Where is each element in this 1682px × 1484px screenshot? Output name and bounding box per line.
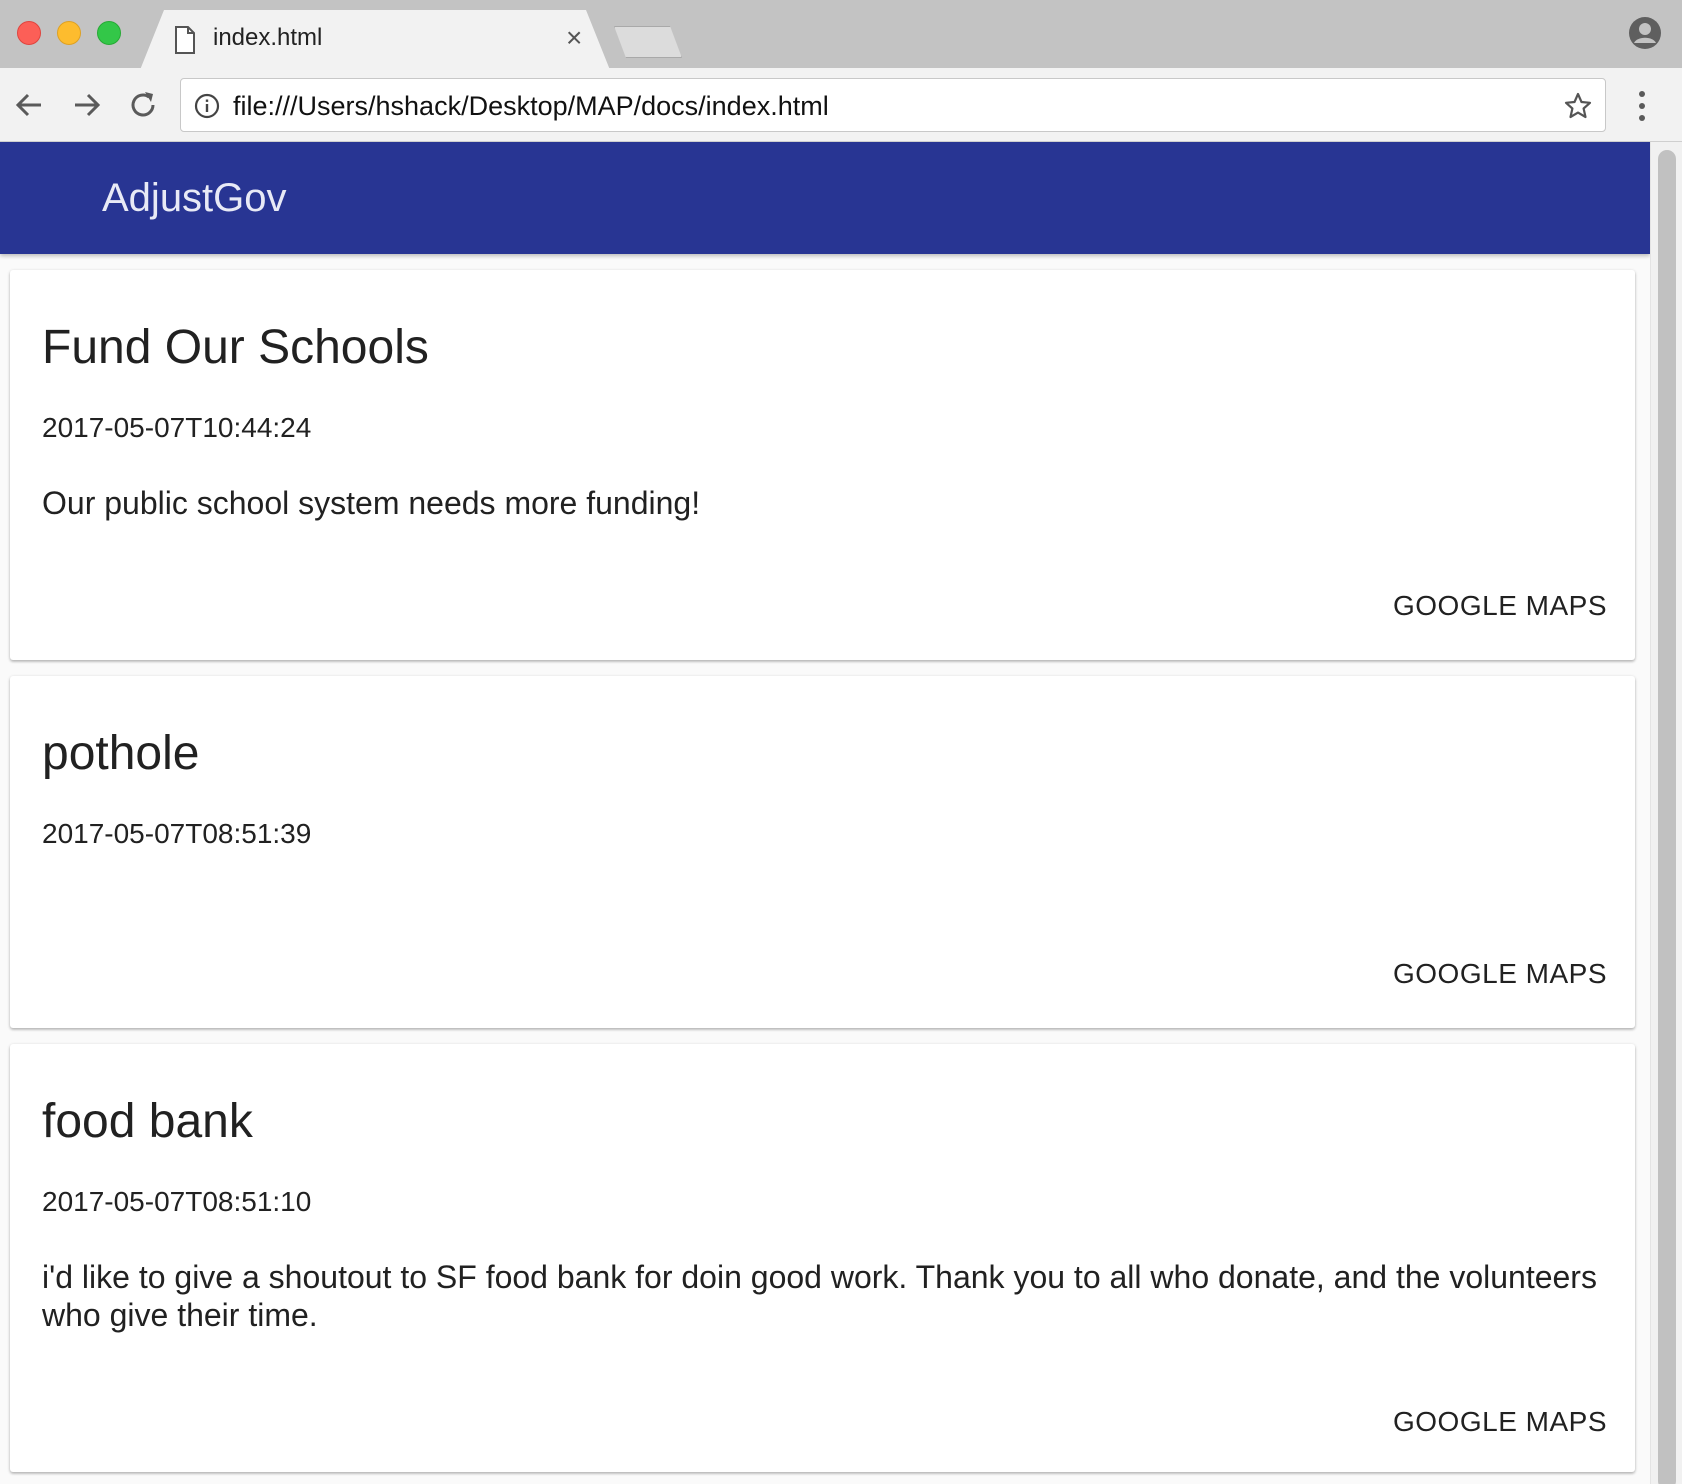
- card-timestamp: 2017-05-07T08:51:10: [42, 1186, 312, 1217]
- profile-icon[interactable]: [1628, 16, 1662, 50]
- tab-close-button[interactable]: ×: [566, 24, 582, 52]
- scrollbar-thumb[interactable]: [1658, 150, 1676, 1484]
- reload-icon[interactable]: [124, 86, 162, 124]
- app-header: AdjustGov: [0, 142, 1650, 254]
- bookmark-star-icon[interactable]: [1563, 91, 1593, 121]
- browser-tab-strip: index.html ×: [0, 0, 1682, 70]
- card-title: pothole: [42, 727, 200, 780]
- info-icon[interactable]: [193, 92, 221, 120]
- back-arrow-icon[interactable]: [11, 86, 49, 124]
- browser-toolbar: file:///Users/hshack/Desktop/MAP/docs/in…: [0, 68, 1682, 142]
- card-title: food bank: [42, 1095, 253, 1148]
- card-timestamp: 2017-05-07T10:44:24: [42, 412, 312, 443]
- google-maps-button[interactable]: GOOGLE MAPS: [1393, 958, 1607, 990]
- google-maps-button[interactable]: GOOGLE MAPS: [1393, 1406, 1607, 1438]
- browser-tab-active[interactable]: [140, 10, 610, 70]
- card-timestamp: 2017-05-07T08:51:39: [42, 818, 312, 849]
- tab-title: index.html: [213, 24, 323, 51]
- address-bar[interactable]: file:///Users/hshack/Desktop/MAP/docs/in…: [180, 78, 1606, 132]
- card-body: i'd like to give a shoutout to SF food b…: [42, 1259, 1597, 1333]
- more-menu-icon[interactable]: [1632, 88, 1652, 124]
- close-window-button[interactable]: [17, 21, 41, 45]
- file-icon: [175, 26, 195, 54]
- post-card: pothole 2017-05-07T08:51:39 GOOGLE MAPS: [10, 676, 1635, 1028]
- post-card: food bank 2017-05-07T08:51:10 i'd like t…: [10, 1044, 1635, 1472]
- app-title: AdjustGov: [102, 176, 287, 220]
- page-viewport: AdjustGov Fund Our Schools 2017-05-07T10…: [0, 142, 1682, 1484]
- google-maps-button[interactable]: GOOGLE MAPS: [1393, 590, 1607, 622]
- scrollbar[interactable]: [1650, 142, 1682, 1484]
- minimize-window-button[interactable]: [57, 21, 81, 45]
- card-title: Fund Our Schools: [42, 321, 429, 374]
- forward-arrow-icon[interactable]: [67, 86, 105, 124]
- url-text[interactable]: file:///Users/hshack/Desktop/MAP/docs/in…: [233, 91, 829, 122]
- new-tab-button[interactable]: [614, 26, 682, 58]
- post-card: Fund Our Schools 2017-05-07T10:44:24 Our…: [10, 270, 1635, 660]
- zoom-window-button[interactable]: [97, 21, 121, 45]
- card-body: Our public school system needs more fund…: [42, 485, 701, 521]
